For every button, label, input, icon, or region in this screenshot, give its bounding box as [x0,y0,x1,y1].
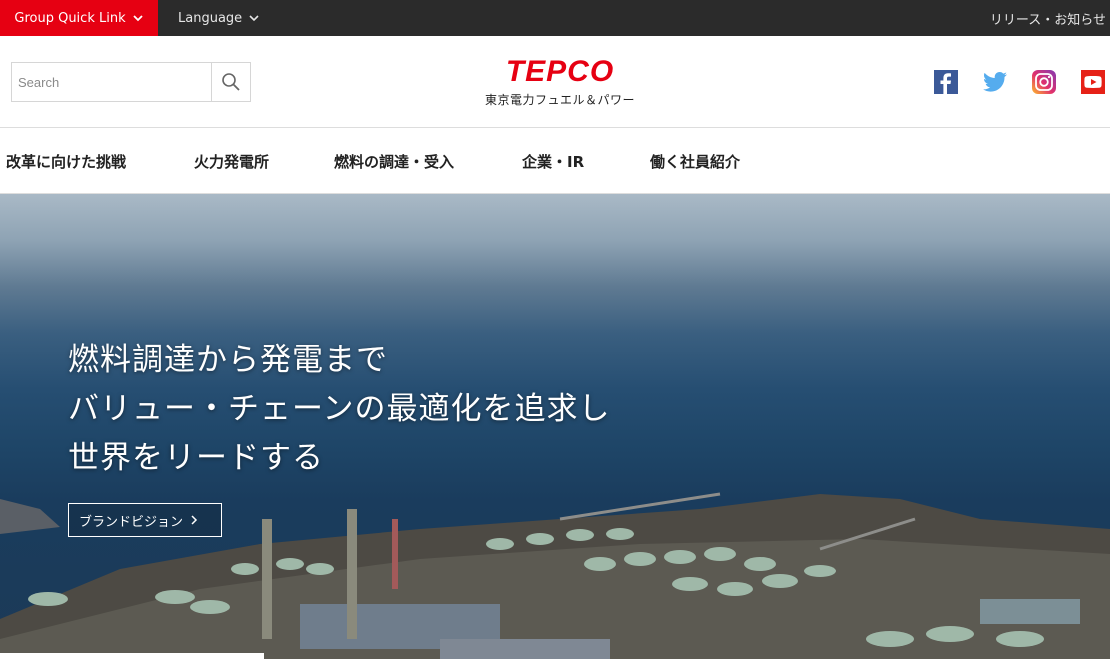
search-box [11,62,251,102]
news-link[interactable]: リリース・お知らせ [990,0,1106,36]
hero-headline-line: 世界をリードする [68,440,324,476]
instagram-icon[interactable] [1032,70,1056,94]
hero-banner: 燃料調達から発電まで バリュー・チェーンの最適化を追求し 世界をリードする ブラ… [0,194,1110,659]
top-bar: Group Quick Link Language リリース・お知らせ [0,0,1110,36]
nav-item-thermal-plants[interactable]: 火力発電所 [194,128,269,194]
nav-item-company-ir[interactable]: 企業・IR [522,128,584,194]
twitter-icon[interactable] [983,70,1007,94]
search-button[interactable] [211,63,250,101]
youtube-icon[interactable] [1081,70,1105,94]
tepco-logo[interactable]: TEPCO 東京電力フュエル＆パワー [470,56,650,108]
chevron-right-icon [191,515,198,525]
search-input[interactable] [12,63,211,101]
group-quick-link-label: Group Quick Link [14,10,126,26]
brand-vision-button[interactable]: ブランドビジョン [68,503,222,537]
hero-headline-line: 燃料調達から発電まで [68,342,388,378]
chevron-down-icon [132,15,143,22]
logo-subtitle: 東京電力フュエル＆パワー [484,93,635,107]
language-dropdown[interactable]: Language [178,0,260,36]
news-ticker-strip [0,653,264,659]
nav-item-reform[interactable]: 改革に向けた挑戦 [6,128,126,194]
language-label: Language [178,10,243,26]
search-icon [222,73,240,91]
logo-mark: TEPCO [505,55,615,88]
header: TEPCO 東京電力フュエル＆パワー [0,36,1110,128]
hero-headline-line: バリュー・チェーンの最適化を追求し [68,391,611,427]
main-nav: 改革に向けた挑戦 火力発電所 燃料の調達・受入 企業・IR 働く社員紹介 [0,128,1110,194]
chevron-down-icon [249,15,259,22]
group-quick-link-button[interactable]: Group Quick Link [0,0,158,36]
hero-copy: 燃料調達から発電まで バリュー・チェーンの最適化を追求し 世界をリードする [68,336,610,483]
facebook-icon[interactable] [934,70,958,94]
brand-vision-label: ブランドビジョン [79,514,184,530]
nav-item-fuel-procurement[interactable]: 燃料の調達・受入 [334,128,454,194]
nav-item-employees[interactable]: 働く社員紹介 [650,128,740,194]
